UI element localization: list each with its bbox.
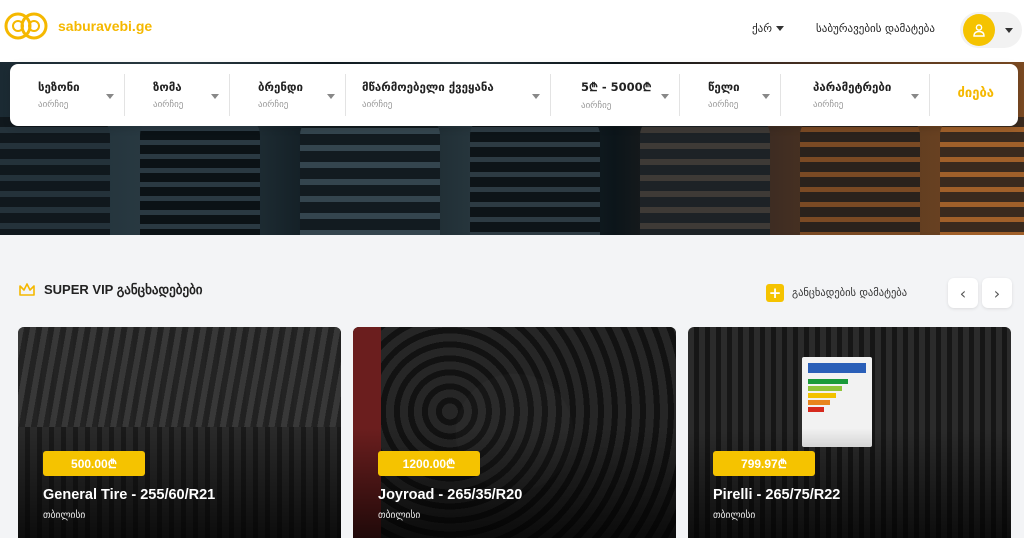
filter-bar: სეზონი აირჩიე ზომა აირჩიე ბრენდი აირჩიე … xyxy=(10,64,1018,126)
listing-card[interactable]: 1200.00₾ Joyroad - 265/35/R20 თბილისი xyxy=(353,327,676,538)
chevron-down-icon xyxy=(911,94,919,99)
listing-card[interactable]: 500.00₾ General Tire - 255/60/R21 თბილის… xyxy=(18,327,341,538)
add-listing-button[interactable]: + განცხადების დამატება xyxy=(766,284,907,302)
card-city: თბილისი xyxy=(43,510,86,521)
filter-label: სეზონი xyxy=(38,80,80,94)
price-badge: 799.97₾ xyxy=(713,451,815,476)
filter-label: ბრენდი xyxy=(258,80,303,94)
filter-label: პარამეტრები xyxy=(813,80,892,94)
price-badge: 1200.00₾ xyxy=(378,451,480,476)
crown-icon xyxy=(19,283,35,296)
chevron-down-icon xyxy=(775,26,784,31)
card-overlay xyxy=(688,428,1011,538)
card-city: თბილისი xyxy=(713,510,756,521)
language-label: ქარ xyxy=(752,22,772,35)
section-title: SUPER VIP განცხადებები xyxy=(44,282,203,297)
logo-text: saburavebi.ge xyxy=(58,18,153,34)
user-icon xyxy=(973,24,985,37)
filter-parameters[interactable]: პარამეტრები აირჩიე xyxy=(781,74,929,116)
filter-placeholder: აირჩიე xyxy=(813,100,844,110)
chevron-down-icon xyxy=(327,94,335,99)
filter-placeholder: აირჩიე xyxy=(38,100,69,110)
logo[interactable]: saburavebi.ge xyxy=(4,6,152,46)
chevron-down-icon xyxy=(211,94,219,99)
filter-year[interactable]: წელი აირჩიე xyxy=(680,74,780,116)
card-title: Joyroad - 265/35/R20 xyxy=(378,487,523,503)
filter-label: მწარმოებელი ქვეყანა xyxy=(362,80,494,94)
filter-label: 5₾ - 5000₾ xyxy=(581,80,652,94)
tire-image xyxy=(18,327,341,427)
filter-country[interactable]: მწარმოებელი ქვეყანა აირჩიე xyxy=(346,74,550,116)
filter-size[interactable]: ზომა აირჩიე xyxy=(125,74,229,116)
search-button[interactable]: ძიება xyxy=(958,86,994,101)
card-overlay xyxy=(353,428,676,538)
filter-brand[interactable]: ბრენდი აირჩიე xyxy=(230,74,345,116)
card-overlay xyxy=(18,428,341,538)
chevron-down-icon xyxy=(106,94,114,99)
next-button[interactable]: › xyxy=(982,278,1012,308)
card-title: General Tire - 255/60/R21 xyxy=(43,487,216,503)
filter-price[interactable]: 5₾ - 5000₾ აირჩიე xyxy=(551,74,679,116)
header: saburavebi.ge ქარ საბურავების დამატება xyxy=(0,0,1024,62)
filter-season[interactable]: სეზონი აირჩიე xyxy=(38,74,124,116)
filter-label: წელი xyxy=(708,80,740,94)
filter-placeholder: აირჩიე xyxy=(258,100,289,110)
add-listing-label: განცხადების დამატება xyxy=(792,287,908,299)
filter-placeholder: აირჩიე xyxy=(708,100,739,110)
chevron-right-icon: › xyxy=(993,283,1001,303)
price-badge: 500.00₾ xyxy=(43,451,145,476)
plus-icon: + xyxy=(766,284,784,302)
add-tires-link[interactable]: საბურავების დამატება xyxy=(816,22,935,35)
listing-card[interactable]: 799.97₾ Pirelli - 265/75/R22 თბილისი xyxy=(688,327,1011,538)
user-menu[interactable] xyxy=(960,12,1022,48)
section-header: SUPER VIP განცხადებები xyxy=(18,282,203,298)
chevron-left-icon: ‹ xyxy=(959,283,967,303)
avatar xyxy=(963,14,995,46)
chevron-down-icon xyxy=(1005,27,1013,33)
chevron-down-icon xyxy=(661,94,669,99)
filter-placeholder: აირჩიე xyxy=(362,100,393,110)
logo-tire-icon xyxy=(4,12,48,40)
filter-placeholder: აირჩიე xyxy=(153,100,184,110)
filter-placeholder: აირჩიე xyxy=(581,101,612,111)
chevron-down-icon xyxy=(762,94,770,99)
filter-label: ზომა xyxy=(153,80,182,94)
language-selector[interactable]: ქარ xyxy=(752,22,784,35)
prev-button[interactable]: ‹ xyxy=(948,278,978,308)
divider xyxy=(929,74,930,116)
card-title: Pirelli - 265/75/R22 xyxy=(713,487,841,503)
card-city: თბილისი xyxy=(378,510,421,521)
chevron-down-icon xyxy=(532,94,540,99)
